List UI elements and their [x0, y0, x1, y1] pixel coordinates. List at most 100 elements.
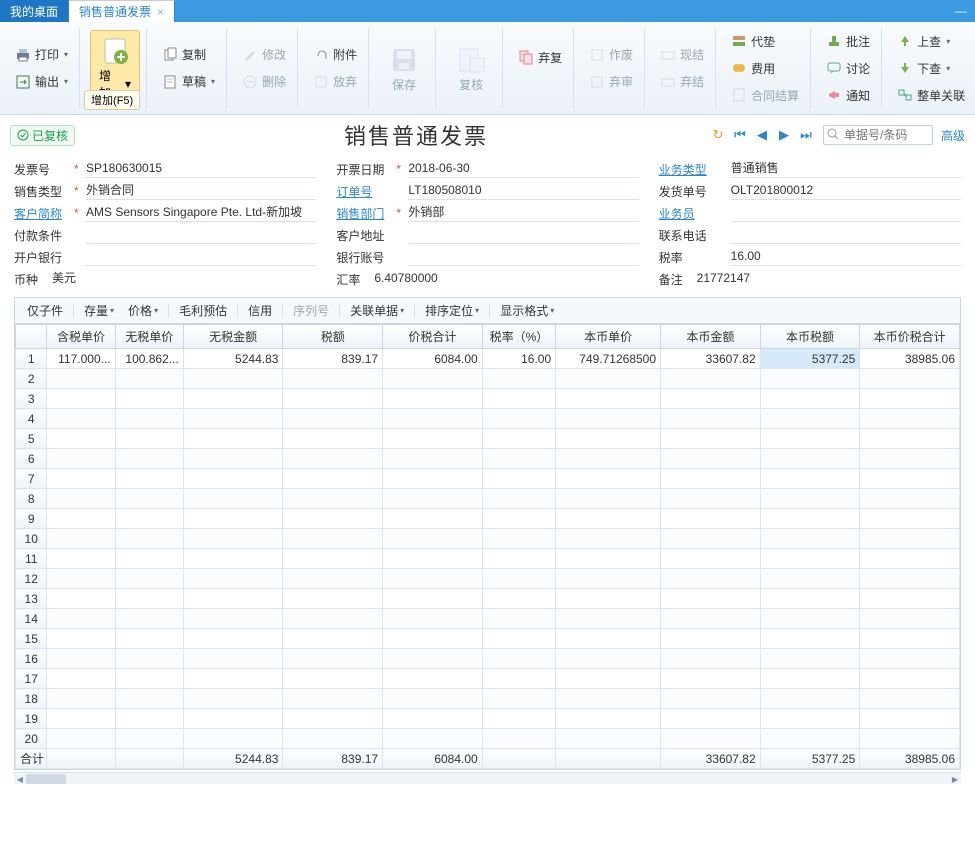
cell[interactable] [661, 469, 761, 489]
field-value[interactable] [408, 226, 638, 244]
cell[interactable] [183, 469, 283, 489]
cell[interactable] [661, 449, 761, 469]
credit-button[interactable]: 信用 [244, 301, 276, 320]
cell[interactable] [760, 589, 860, 609]
cell[interactable] [860, 729, 960, 749]
cell[interactable] [383, 489, 483, 509]
cell[interactable] [115, 689, 183, 709]
dispfmt-button[interactable]: 显示格式▾ [496, 301, 558, 320]
field-label[interactable]: 销售部门 [336, 205, 392, 222]
cell[interactable] [183, 389, 283, 409]
cell[interactable] [860, 589, 960, 609]
cell[interactable] [115, 469, 183, 489]
cell[interactable] [183, 489, 283, 509]
cell[interactable] [383, 689, 483, 709]
approve-button[interactable]: 批注 [821, 30, 875, 53]
cell[interactable] [283, 729, 383, 749]
cell[interactable] [482, 469, 555, 489]
table-row[interactable]: 11 [16, 549, 960, 569]
tab-desktop[interactable]: 我的桌面 [0, 0, 69, 22]
child-only-button[interactable]: 仅子件 [23, 301, 67, 320]
cell[interactable] [115, 529, 183, 549]
cell[interactable] [760, 549, 860, 569]
cell[interactable] [760, 629, 860, 649]
profit-button[interactable]: 毛利预估 [175, 301, 231, 320]
cell[interactable] [47, 489, 115, 509]
cell[interactable] [115, 569, 183, 589]
cell[interactable] [661, 489, 761, 509]
table-row[interactable]: 16 [16, 649, 960, 669]
field-value[interactable]: 外销部 [408, 204, 638, 222]
cell[interactable] [860, 369, 960, 389]
cell[interactable] [556, 609, 661, 629]
cell[interactable] [556, 409, 661, 429]
field-value[interactable]: SP180630015 [86, 160, 316, 178]
cell[interactable] [47, 629, 115, 649]
cell[interactable] [283, 689, 383, 709]
cell[interactable] [47, 529, 115, 549]
cell[interactable] [482, 449, 555, 469]
field-value[interactable] [86, 226, 316, 244]
cell[interactable] [47, 469, 115, 489]
cell[interactable] [283, 429, 383, 449]
cell[interactable] [183, 589, 283, 609]
column-header[interactable]: 本币金额 [661, 325, 761, 349]
cell[interactable] [183, 689, 283, 709]
table-row[interactable]: 4 [16, 409, 960, 429]
cell[interactable] [482, 529, 555, 549]
field-value[interactable]: 16.00 [731, 248, 961, 266]
cell[interactable] [383, 369, 483, 389]
cell[interactable] [283, 489, 383, 509]
relation-button[interactable]: 整单关联 [892, 84, 970, 107]
cell[interactable] [556, 709, 661, 729]
cell[interactable] [383, 469, 483, 489]
cell[interactable] [115, 589, 183, 609]
table-row[interactable]: 1117.000...100.862...5244.83839.176084.0… [16, 349, 960, 369]
cell[interactable] [283, 529, 383, 549]
relbill-button[interactable]: 关联单据▾ [346, 301, 408, 320]
cell[interactable] [860, 709, 960, 729]
field-value[interactable] [86, 248, 316, 266]
field-value[interactable] [731, 226, 961, 244]
field-value[interactable]: 普通销售 [731, 160, 961, 178]
cell[interactable]: 5244.83 [183, 349, 283, 369]
scroll-left-icon[interactable]: ◀ [14, 773, 26, 785]
cell[interactable] [556, 689, 661, 709]
field-value[interactable]: 2018-06-30 [408, 160, 638, 178]
cell[interactable] [860, 389, 960, 409]
cell[interactable] [760, 709, 860, 729]
cell[interactable] [482, 709, 555, 729]
cell[interactable] [183, 709, 283, 729]
first-icon[interactable]: ⏮ [731, 126, 749, 144]
table-row[interactable]: 8 [16, 489, 960, 509]
cell[interactable] [482, 549, 555, 569]
scroll-thumb[interactable] [26, 774, 66, 784]
data-grid[interactable]: 含税单价无税单价无税金额税额价税合计税率（%）本币单价本币金额本币税额本币价税合… [14, 323, 961, 770]
table-row[interactable]: 19 [16, 709, 960, 729]
cell[interactable] [661, 669, 761, 689]
cell[interactable] [661, 369, 761, 389]
cell[interactable] [115, 489, 183, 509]
cell[interactable] [47, 509, 115, 529]
cell[interactable] [482, 489, 555, 509]
cell[interactable] [383, 509, 483, 529]
cell[interactable] [760, 689, 860, 709]
cell[interactable] [661, 429, 761, 449]
cell[interactable] [860, 529, 960, 549]
cell[interactable]: 5377.25 [760, 349, 860, 369]
cell[interactable] [383, 409, 483, 429]
cell[interactable] [556, 549, 661, 569]
table-row[interactable]: 17 [16, 669, 960, 689]
table-row[interactable]: 2 [16, 369, 960, 389]
fee-button[interactable]: 费用 [726, 57, 804, 80]
cell[interactable] [47, 729, 115, 749]
cell[interactable] [482, 369, 555, 389]
cell[interactable] [183, 569, 283, 589]
sort-button[interactable]: 排序定位▾ [421, 301, 483, 320]
cell[interactable] [760, 469, 860, 489]
cell[interactable]: 33607.82 [661, 349, 761, 369]
cell[interactable] [661, 409, 761, 429]
cell[interactable] [760, 529, 860, 549]
cell[interactable] [760, 649, 860, 669]
trace-down-button[interactable]: 下查▾ [892, 57, 970, 80]
